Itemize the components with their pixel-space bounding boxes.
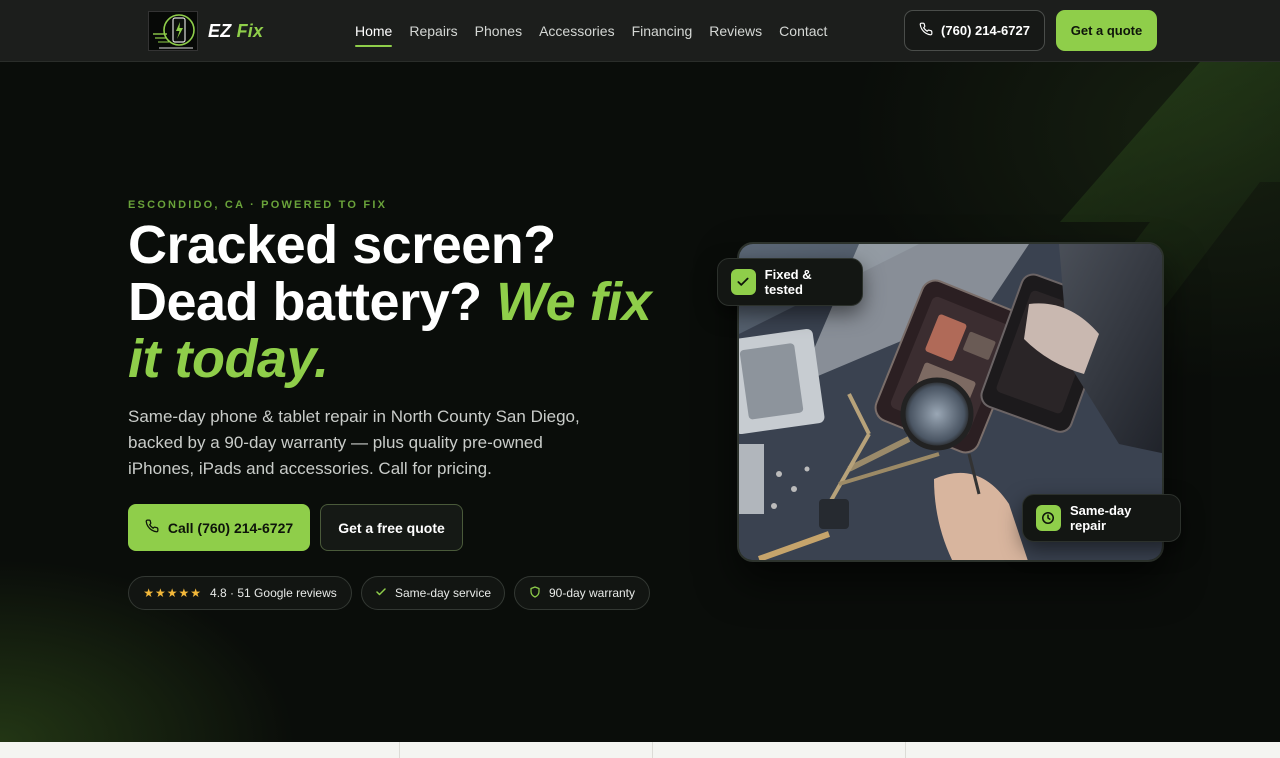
- headline-plain: Cracked screen? Dead battery?: [128, 215, 556, 332]
- warranty-text: 90-day warranty: [548, 586, 636, 600]
- nav-item-contact[interactable]: Contact: [779, 0, 827, 62]
- strip-cell: [906, 742, 1280, 758]
- brand-logo[interactable]: EZ Fix: [148, 11, 263, 51]
- warranty-pill: 90-day warranty: [514, 576, 650, 610]
- reviews-pill[interactable]: ★★★★★ 4.8 · 51 Google reviews: [128, 576, 352, 610]
- hero-headline: Cracked screen? Dead battery? We fix it …: [128, 217, 688, 388]
- hero-kicker: ESCONDIDO, CA · POWERED TO FIX: [128, 199, 388, 211]
- fixed-tested-text: Fixed & tested: [764, 267, 812, 297]
- phone-icon: [919, 22, 933, 39]
- clock-icon: [1036, 505, 1061, 531]
- check-icon: [375, 586, 387, 601]
- check-icon: [731, 269, 756, 295]
- same-day-pill: Same-day service: [361, 576, 505, 610]
- brand-wordmark: EZ Fix: [208, 21, 263, 42]
- free-quote-button[interactable]: Get a free quote: [320, 504, 463, 551]
- strip-cell: [400, 742, 653, 758]
- nav-item-home[interactable]: Home: [355, 0, 393, 62]
- nav-item-repairs[interactable]: Repairs: [409, 0, 457, 62]
- main-nav: Home Repairs Phones Accessories Financin…: [355, 0, 827, 62]
- phone-icon: [145, 519, 159, 536]
- strip-cell: [653, 742, 906, 758]
- fixed-tested-badge: Fixed & tested: [717, 258, 863, 306]
- shield-icon: [529, 585, 541, 601]
- next-section-strip: [0, 742, 1280, 758]
- star-icon: ★★★★★: [143, 586, 203, 600]
- strip-cell: [0, 742, 400, 758]
- call-button-label: Call (760) 214-6727: [167, 519, 294, 536]
- nav-item-phones[interactable]: Phones: [475, 0, 522, 62]
- nav-item-reviews[interactable]: Reviews: [709, 0, 762, 62]
- header-phone-label: (760) 214-6727: [941, 23, 1030, 38]
- logo-mark-icon: [148, 11, 198, 51]
- same-day-repair-text: Same-day repair: [1069, 503, 1132, 533]
- call-button[interactable]: Call (760) 214-6727: [128, 504, 310, 551]
- nav-item-accessories[interactable]: Accessories: [539, 0, 614, 62]
- reviews-text: 4.8 · 51 Google reviews: [210, 586, 337, 600]
- nav-item-financing[interactable]: Financing: [632, 0, 693, 62]
- same-day-text: Same-day service: [394, 586, 492, 600]
- site-header: EZ Fix Home Repairs Phones Accessories F…: [0, 0, 1280, 62]
- brand-name-fix: Fix: [236, 20, 264, 41]
- header-quote-button[interactable]: Get a quote: [1056, 10, 1157, 51]
- brand-name-ez: EZ: [208, 20, 232, 41]
- header-phone-button[interactable]: (760) 214-6727: [904, 10, 1045, 51]
- hero-subcopy: Same-day phone & tablet repair in North …: [128, 407, 580, 478]
- same-day-repair-badge: Same-day repair: [1022, 494, 1181, 542]
